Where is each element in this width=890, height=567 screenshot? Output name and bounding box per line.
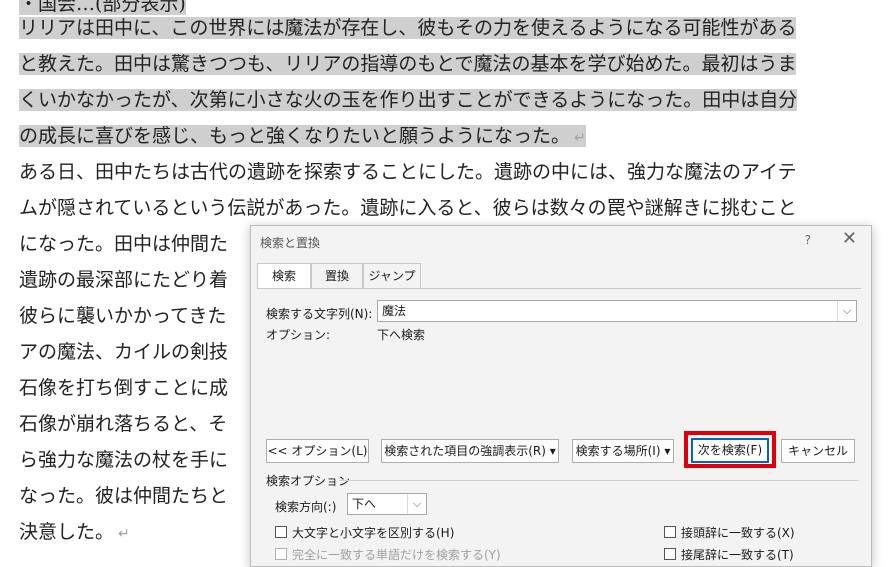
direction-value: 下へ bbox=[352, 497, 377, 511]
doc-text: 石像が崩れ落ちると、そ bbox=[19, 413, 228, 435]
doc-line: と教えた。田中は驚きつつも、リリアの指導のもとで魔法の基本を学び始めた。最初はう… bbox=[19, 46, 797, 82]
checkbox-box[interactable] bbox=[664, 526, 676, 538]
paragraph-mark: ↵ bbox=[118, 526, 130, 542]
doc-text: ある日、田中たちは古代の遺跡を探索することにした。遺跡の中には、強力な魔法のアイ… bbox=[19, 161, 797, 183]
checkbox-label: 接頭辞に一致する(X) bbox=[681, 526, 795, 540]
checkbox-label: 完全に一致する単語だけを検索する(Y) bbox=[292, 548, 501, 562]
doc-line: リリアは田中に、この世界には魔法が存在し、彼もその力を使えるようになる可能性があ… bbox=[19, 10, 797, 46]
doc-line: 決意した。 ↵ bbox=[19, 514, 130, 550]
doc-text: 遺跡の最深部にたどり着 bbox=[19, 269, 229, 291]
close-icon[interactable]: ✕ bbox=[842, 228, 857, 249]
doc-text: なった。彼は仲間たちと bbox=[19, 485, 229, 507]
options-value: 下へ検索 bbox=[377, 328, 426, 342]
doc-text: ら強力な魔法の杖を手に bbox=[19, 449, 229, 471]
search-label: 検索する文字列(N): bbox=[266, 307, 373, 321]
doc-line: 石像を打ち倒すことに成 bbox=[19, 370, 228, 406]
selected-text: と教えた。田中は驚きつつも、リリアの指導のもとで魔法の基本を学び始めた。最初はう… bbox=[19, 53, 797, 75]
doc-text: 決意した。 bbox=[19, 521, 115, 543]
doc-text: 石像を打ち倒すことに成 bbox=[19, 377, 229, 399]
paragraph-mark: ↵ bbox=[574, 130, 586, 146]
suffix-checkbox[interactable]: 接尾辞に一致する(T) bbox=[664, 546, 794, 563]
doc-line: になった。田中は仲間た bbox=[19, 226, 228, 262]
checkbox-box[interactable] bbox=[275, 526, 287, 538]
prefix-checkbox[interactable]: 接頭辞に一致する(X) bbox=[664, 524, 795, 541]
options-label: オプション: bbox=[266, 328, 331, 342]
find-replace-dialog: 検索と置換 ? ✕ 検索 置換 ジャンプ 検索する文字列(N): 魔法 ⌵ オプ… bbox=[250, 225, 872, 567]
checkbox-box[interactable] bbox=[275, 548, 287, 560]
whole-word-checkbox[interactable]: 完全に一致する単語だけを検索する(Y) bbox=[275, 546, 501, 563]
chevron-down-icon[interactable]: ⌵ bbox=[407, 494, 426, 514]
tab-goto[interactable]: ジャンプ bbox=[363, 263, 421, 288]
selected-text: の成長に喜びを感じ、もっと強くなりたいと願うようになった。 bbox=[19, 125, 571, 147]
doc-line: 彼らに襲いかかってきた bbox=[19, 298, 226, 334]
direction-label: 検索方向(:) bbox=[275, 500, 337, 514]
dialog-title: 検索と置換 bbox=[260, 236, 321, 250]
doc-text: アの魔法、カイルの剣技 bbox=[19, 341, 229, 363]
doc-line: 遺跡の最深部にたどり着 bbox=[19, 262, 228, 298]
doc-line: アの魔法、カイルの剣技 bbox=[19, 334, 228, 370]
doc-line: ある日、田中たちは古代の遺跡を探索することにした。遺跡の中には、強力な魔法のアイ… bbox=[19, 154, 797, 190]
checkbox-label: 接尾辞に一致する(T) bbox=[681, 548, 794, 562]
checkbox-box[interactable] bbox=[664, 548, 676, 560]
direction-select[interactable]: 下へ ⌵ bbox=[347, 493, 427, 515]
search-input[interactable]: 魔法 ⌵ bbox=[377, 300, 857, 322]
selected-text: くいかなかったが、次第に小さな火の玉を作り出すことができるようになった。田中は自… bbox=[19, 89, 798, 111]
cancel-button[interactable]: キャンセル bbox=[781, 439, 855, 463]
doc-text: 彼らに襲いかかってきた bbox=[19, 305, 227, 327]
section-divider bbox=[339, 480, 859, 481]
doc-line: ムが隠されているという伝説があった。遺跡に入ると、彼らは数々の罠や謎解きに挑むこ… bbox=[19, 190, 797, 226]
doc-text: ムが隠されているという伝説があった。遺跡に入ると、彼らは数々の罠や謎解きに挑むこ… bbox=[19, 197, 797, 219]
doc-line: くいかなかったが、次第に小さな火の玉を作り出すことができるようになった。田中は自… bbox=[19, 82, 798, 118]
doc-text: になった。田中は仲間た bbox=[19, 233, 229, 255]
checkbox-label: 大文字と小文字を区別する(H) bbox=[292, 526, 455, 540]
doc-line: 石像が崩れ落ちると、そ bbox=[19, 406, 227, 442]
less-options-button[interactable]: << オプション(L) bbox=[266, 439, 369, 463]
doc-line: なった。彼は仲間たちと bbox=[19, 478, 228, 514]
highlight-annotation-box bbox=[684, 431, 776, 468]
doc-line: の成長に喜びを感じ、もっと強くなりたいと願うようになった。 ↵ bbox=[19, 118, 586, 154]
highlight-button[interactable]: 検索された項目の強調表示(R) ▾ bbox=[381, 439, 559, 463]
match-case-checkbox[interactable]: 大文字と小文字を区別する(H) bbox=[275, 524, 454, 541]
tab-find[interactable]: 検索 bbox=[257, 263, 311, 289]
tab-replace[interactable]: 置換 bbox=[311, 263, 363, 288]
search-value: 魔法 bbox=[382, 304, 407, 318]
chevron-down-icon[interactable]: ⌵ bbox=[837, 301, 856, 321]
find-in-button[interactable]: 検索する場所(I) ▾ bbox=[572, 439, 674, 463]
selected-text: リリアは田中に、この世界には魔法が存在し、彼もその力を使えるようになる可能性があ… bbox=[19, 17, 797, 39]
doc-line: ら強力な魔法の杖を手に bbox=[19, 442, 228, 478]
search-options-title: 検索オプション bbox=[266, 474, 351, 488]
help-button[interactable]: ? bbox=[805, 233, 811, 247]
